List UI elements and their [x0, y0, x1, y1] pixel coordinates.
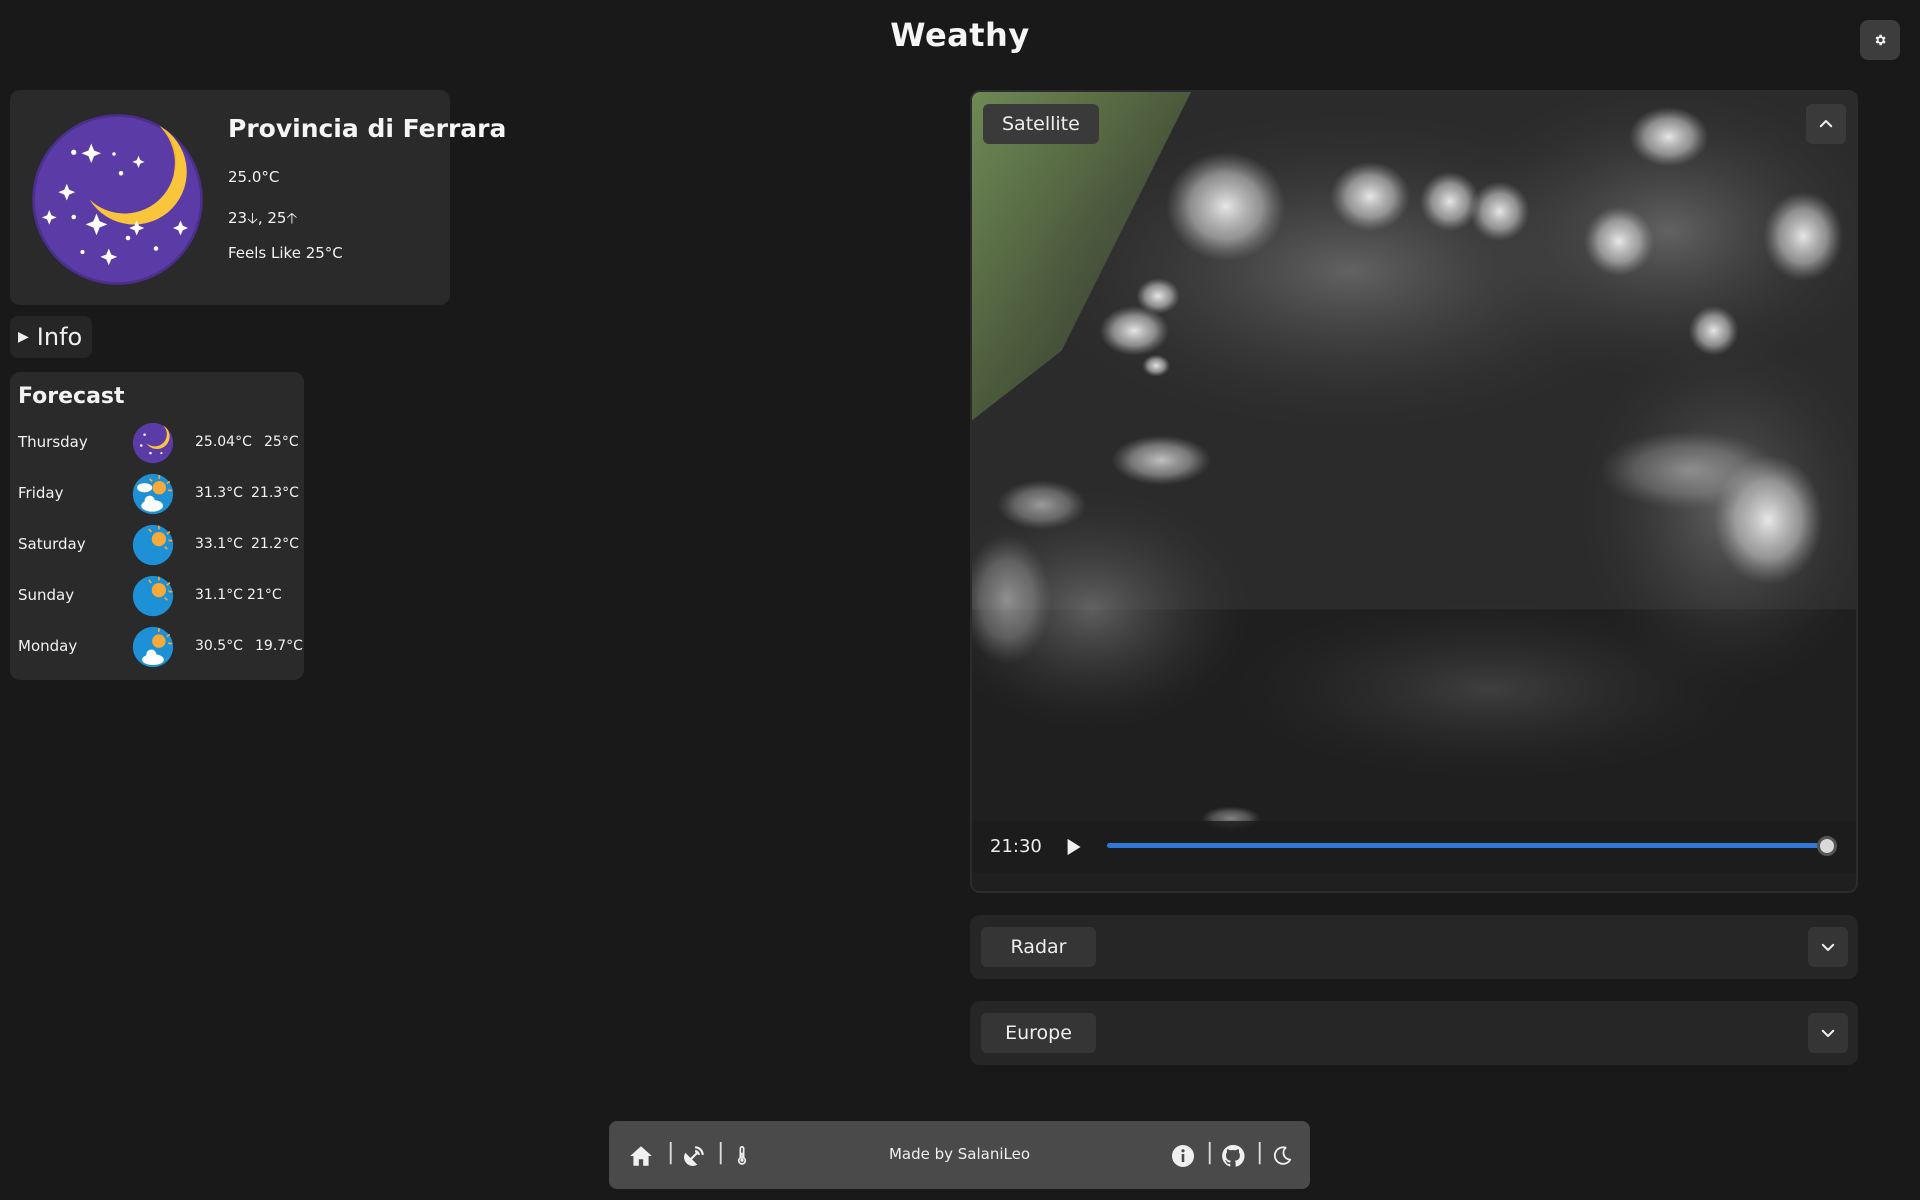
- forecast-title: Forecast: [18, 384, 125, 409]
- clear-night-icon: [32, 114, 203, 285]
- satellite-collapse-button[interactable]: [1806, 104, 1846, 144]
- info-icon[interactable]: [1170, 1143, 1196, 1169]
- forecast-row: Sunday 31.1°C 21°C: [10, 571, 304, 621]
- forecast-max: 33.1°C: [195, 536, 243, 552]
- forecast-max: 25.04°C: [195, 434, 252, 450]
- clear-night-icon: [132, 422, 174, 464]
- forecast-row: Friday 31.3°C 21.3°C: [10, 469, 304, 519]
- forecast-max: 31.1°C: [195, 587, 243, 603]
- github-icon[interactable]: [1220, 1143, 1246, 1169]
- chevron-down-icon: [1821, 1029, 1835, 1037]
- forecast-min: 19.7°C: [255, 638, 303, 654]
- forecast-max: 30.5°C: [195, 638, 243, 654]
- footer-separator: |: [1256, 1140, 1264, 1165]
- triangle-right-icon: ▶: [18, 329, 29, 345]
- clear-day-icon: [132, 524, 174, 566]
- current-weather-card: Provincia di Ferrara 25.0°C 23🡣, 25🡡 Fee…: [10, 90, 506, 305]
- forecast-day: Friday: [18, 484, 64, 502]
- satellite-label: Satellite: [983, 104, 1099, 144]
- player-time: 21:30: [990, 836, 1042, 857]
- chevron-up-icon: [1819, 120, 1833, 128]
- info-label: Info: [36, 323, 83, 351]
- partly-cloudy-day-icon: [132, 626, 174, 668]
- feels-like: Feels Like 25°C: [228, 244, 343, 262]
- footer-bar: | | Made by SalaniLeo | |: [609, 1121, 1310, 1189]
- app-title: Weathy: [890, 16, 1030, 54]
- settings-button[interactable]: [1860, 20, 1900, 60]
- forecast-day: Sunday: [18, 586, 75, 604]
- min-max-temperature: 23🡣, 25🡡: [228, 209, 298, 227]
- europe-label: Europe: [981, 1013, 1096, 1053]
- forecast-min: 21.3°C: [251, 485, 299, 501]
- current-temperature: 25.0°C: [228, 168, 280, 186]
- clear-day-icon: [132, 575, 174, 617]
- radar-expand-button[interactable]: [1808, 927, 1848, 967]
- forecast-row: Monday 30.5°C 19.7°C: [10, 622, 304, 672]
- play-icon[interactable]: [1060, 834, 1086, 860]
- forecast-min: 25°C: [264, 434, 299, 450]
- footer-credit: Made by SalaniLeo: [888, 1145, 1031, 1163]
- footer-separator: |: [1206, 1140, 1214, 1165]
- forecast-min: 21.2°C: [251, 536, 299, 552]
- forecast-row: Thursday 25.04°C 25°C: [10, 418, 304, 468]
- partly-cloudy-day-icon: [132, 473, 174, 515]
- forecast-day: Thursday: [18, 433, 88, 451]
- europe-expand-button[interactable]: [1808, 1013, 1848, 1053]
- animation-player: 21:30: [972, 821, 1856, 873]
- timeline-slider[interactable]: [1107, 836, 1837, 856]
- chevron-down-icon: [1821, 943, 1835, 951]
- timeline-progress: [1107, 843, 1827, 848]
- forecast-card: Forecast Thursday 25.04°C 25°C Friday 31…: [10, 372, 304, 680]
- timeline-thumb[interactable]: [1817, 836, 1837, 856]
- info-toggle[interactable]: ▶ Info: [10, 316, 92, 358]
- location-name: Provincia di Ferrara: [228, 114, 507, 143]
- radar-label: Radar: [981, 927, 1096, 967]
- satellite-image: [972, 92, 1856, 891]
- europe-panel: Europe: [970, 1001, 1858, 1065]
- radar-panel: Radar: [970, 915, 1858, 979]
- forecast-row: Saturday 33.1°C 21.2°C: [10, 520, 304, 570]
- forecast-max: 31.3°C: [195, 485, 243, 501]
- forecast-min: 21°C: [247, 587, 282, 603]
- forecast-day: Monday: [18, 637, 78, 655]
- moon-icon[interactable]: [1269, 1143, 1295, 1169]
- gear-icon: [1875, 34, 1886, 46]
- satellite-panel: Satellite 21:30: [970, 90, 1858, 893]
- forecast-day: Saturday: [18, 535, 86, 553]
